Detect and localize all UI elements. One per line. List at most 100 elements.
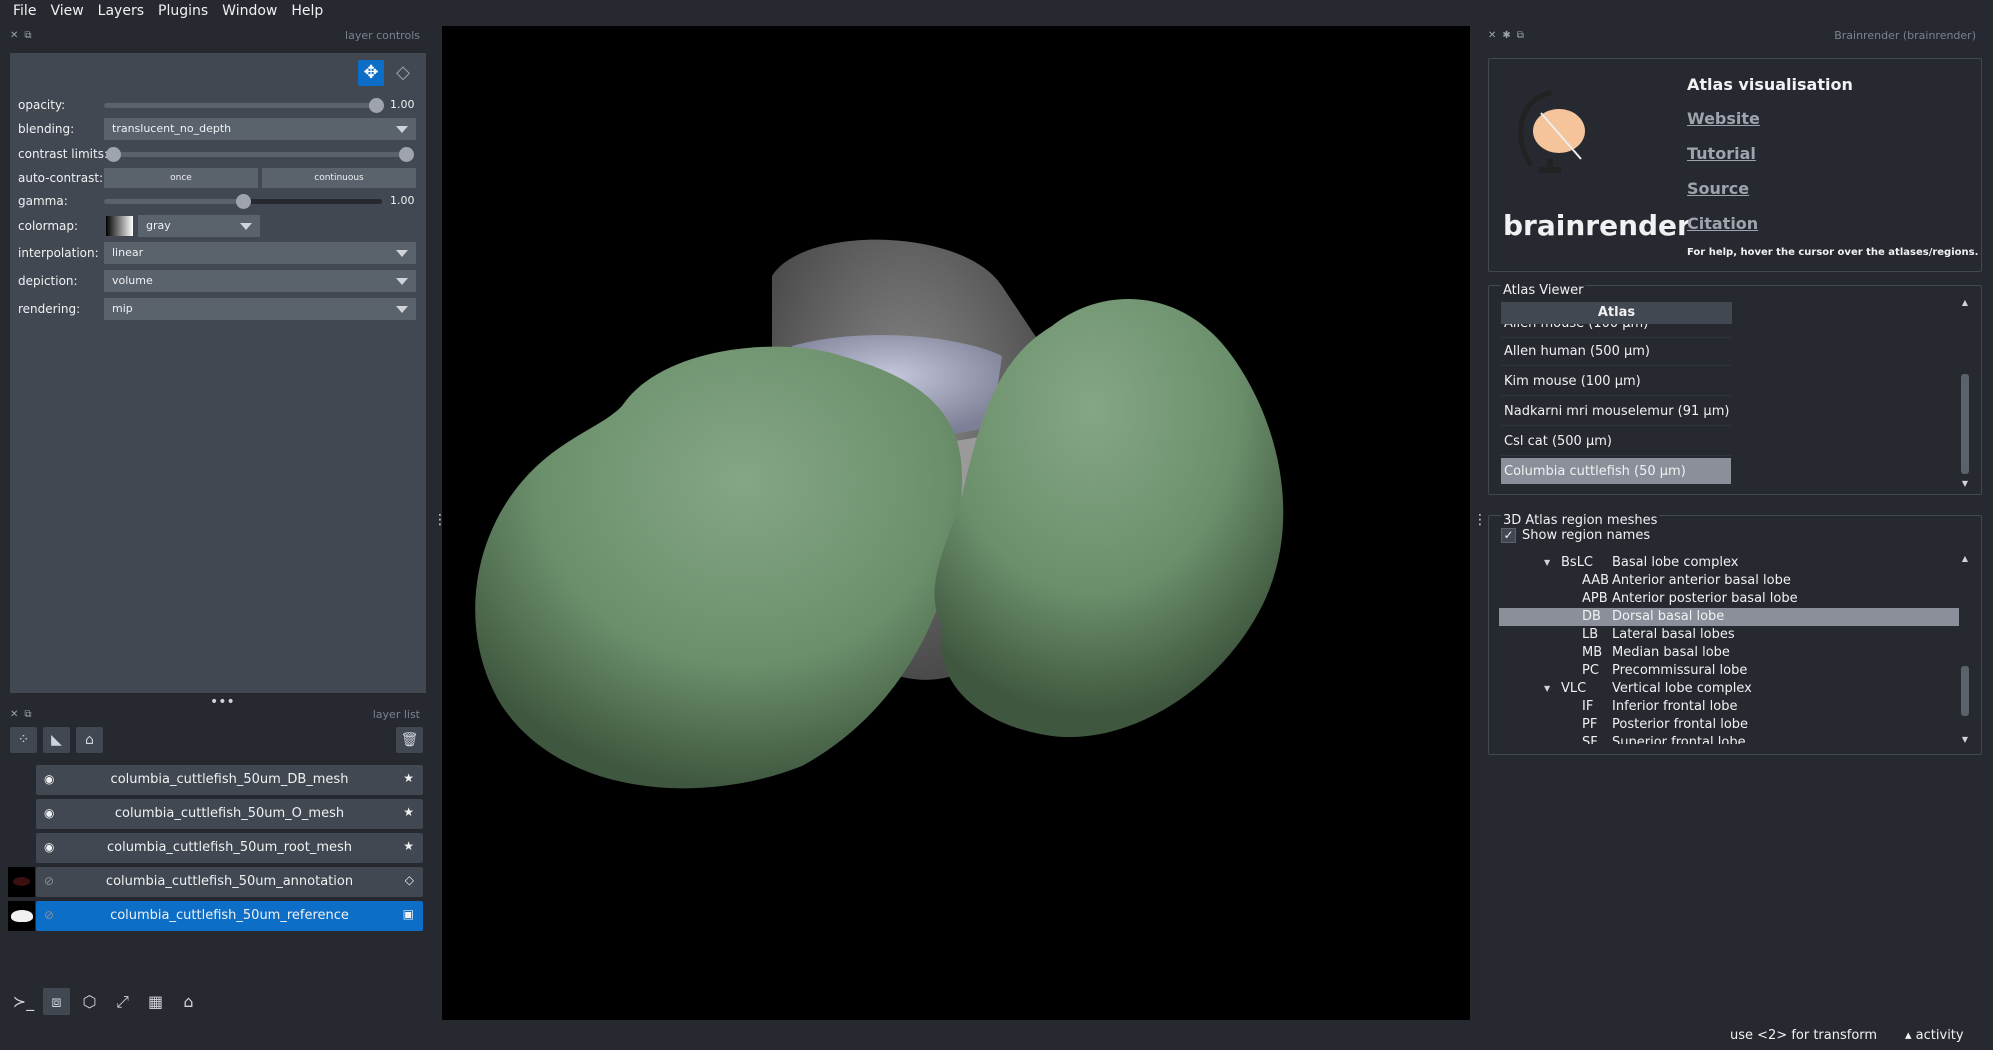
rendering-select[interactable]: mip <box>104 298 416 320</box>
expand-caret-icon[interactable]: ▼ <box>1544 554 1550 572</box>
interpolation-select[interactable]: linear <box>104 242 416 264</box>
tree-row[interactable]: APB Anterior posterior basal lobe <box>1499 590 1961 608</box>
rendering-value: mip <box>112 302 133 315</box>
gamma-slider-handle[interactable] <box>236 194 251 209</box>
show-region-names-checkbox[interactable]: ✓ Show region names <box>1501 528 1650 543</box>
checkmark-icon: ✓ <box>1501 528 1516 543</box>
new-labels-layer-button[interactable]: ⌂ <box>76 727 103 753</box>
source-link[interactable]: Source <box>1687 179 1749 198</box>
star-icon: ★ <box>403 839 414 853</box>
dock-close-icon[interactable]: ✕ <box>10 30 18 41</box>
trash-icon: 🗑 <box>400 732 419 748</box>
atlas-row[interactable]: Allen human (500 μm) <box>1501 338 1731 366</box>
blending-row: blending: translucent_no_depth <box>10 118 426 140</box>
eye-icon[interactable]: ◉ <box>44 840 54 854</box>
scrollbar-thumb[interactable] <box>1961 666 1969 716</box>
transpose-button[interactable]: ⤢ <box>109 988 136 1015</box>
eye-hidden-icon[interactable]: ⊘ <box>44 908 54 922</box>
atlas-row-selected[interactable]: Columbia cuttlefish (50 μm) <box>1501 458 1731 484</box>
atlas-row[interactable]: Csl cat (500 μm) <box>1501 428 1731 456</box>
scroll-down-icon[interactable]: ▼ <box>1959 479 1971 488</box>
eye-icon[interactable]: ◉ <box>44 772 54 786</box>
activity-button[interactable]: ▴ activity <box>1905 1028 1964 1043</box>
tree-row[interactable]: ▼ VLC Vertical lobe complex <box>1499 680 1961 698</box>
transform-icon: ◇ <box>396 62 410 83</box>
atlas-row[interactable]: Nadkarni mri mouselemur (91 μm) <box>1501 398 1731 426</box>
dock-float-icon[interactable]: ⧉ <box>1517 30 1524 41</box>
tree-row[interactable]: AAB Anterior anterior basal lobe <box>1499 572 1961 590</box>
menu-plugins[interactable]: Plugins <box>151 0 215 23</box>
right-dock-titlebar: ✕ ✱ ⧉ Brainrender (brainrender) <box>1488 26 1982 44</box>
eye-hidden-icon[interactable]: ⊘ <box>44 874 54 888</box>
caret-up-icon: ▴ <box>1905 1028 1916 1043</box>
colormap-select[interactable]: gray <box>138 215 260 237</box>
blending-select[interactable]: translucent_no_depth <box>104 118 416 140</box>
transform-mode-button[interactable]: ◇ <box>390 60 416 86</box>
home-button[interactable]: ⌂ <box>175 988 202 1015</box>
contrast-limits-slider[interactable] <box>106 147 414 162</box>
contrast-high-handle[interactable] <box>399 147 414 162</box>
menu-file[interactable]: File <box>6 0 43 23</box>
atlas-column-header[interactable]: Atlas <box>1501 302 1732 324</box>
tree-row[interactable]: PC Precommissural lobe <box>1499 662 1961 680</box>
dock-close-icon[interactable]: ✕ <box>1488 30 1496 41</box>
eye-icon[interactable]: ◉ <box>44 806 54 820</box>
status-hint: use <2> for transform <box>1730 1028 1878 1043</box>
scroll-down-icon[interactable]: ▼ <box>1959 735 1971 744</box>
dock-pin-icon[interactable]: ✱ <box>1502 30 1510 41</box>
menu-window[interactable]: Window <box>215 0 284 23</box>
menu-view[interactable]: View <box>43 0 90 23</box>
tree-row[interactable]: PF Posterior frontal lobe <box>1499 716 1961 734</box>
scroll-up-icon[interactable]: ▲ <box>1959 554 1971 563</box>
contrast-low-handle[interactable] <box>106 147 121 162</box>
atlas-row[interactable]: Kim mouse (100 μm) <box>1501 368 1731 396</box>
menu-layers[interactable]: Layers <box>91 0 151 23</box>
star-icon: ★ <box>403 805 414 819</box>
tree-row[interactable]: ▼ BsLC Basal lobe complex <box>1499 554 1961 572</box>
delete-layer-button[interactable]: 🗑 <box>396 727 423 753</box>
auto-contrast-continuous-button[interactable]: continuous <box>262 168 416 188</box>
layer-row[interactable]: ◉ columbia_cuttlefish_50um_O_mesh ★ <box>36 799 423 829</box>
ndisplay-button[interactable]: ⧈ <box>43 988 70 1015</box>
dock-float-icon[interactable]: ⧉ <box>24 30 31 41</box>
tree-row[interactable]: MB Median basal lobe <box>1499 644 1961 662</box>
dock-close-icon[interactable]: ✕ <box>10 709 18 720</box>
scroll-up-icon[interactable]: ▲ <box>1959 298 1971 307</box>
roll-dims-button[interactable]: ⬡ <box>76 988 103 1015</box>
citation-link[interactable]: Citation <box>1687 214 1758 233</box>
layer-row[interactable]: ◉ columbia_cuttlefish_50um_root_mesh ★ <box>36 833 423 863</box>
region-acronym: AAB <box>1582 573 1610 588</box>
layer-row[interactable]: ◉ columbia_cuttlefish_50um_DB_mesh ★ <box>36 765 423 795</box>
new-shapes-layer-button[interactable]: ◣ <box>43 727 70 753</box>
depiction-select[interactable]: volume <box>104 270 416 292</box>
viewer-canvas[interactable] <box>442 26 1470 1020</box>
tree-row[interactable]: SF Superior frontal lobe <box>1499 734 1961 744</box>
gamma-slider[interactable] <box>104 194 382 209</box>
brainrender-header-panel: brainrender Atlas visualisation Website … <box>1488 58 1982 272</box>
gamma-value: 1.00 <box>390 194 415 207</box>
layer-row[interactable]: ⊘ columbia_cuttlefish_50um_annotation ◇ <box>36 867 423 897</box>
expand-caret-icon[interactable]: ▼ <box>1544 680 1550 698</box>
grid-view-button[interactable]: ▦ <box>142 988 169 1015</box>
new-points-layer-button[interactable]: ⁘ <box>10 727 37 753</box>
pan-zoom-mode-button[interactable]: ✥ <box>358 60 384 86</box>
console-button[interactable]: ≻_ <box>10 988 37 1015</box>
tutorial-link[interactable]: Tutorial <box>1687 144 1756 163</box>
dock-float-icon[interactable]: ⧉ <box>24 709 31 720</box>
menu-help[interactable]: Help <box>284 0 330 23</box>
scrollbar-thumb[interactable] <box>1961 374 1969 474</box>
vertical-splitter-handle[interactable]: ⋮ <box>1473 512 1487 528</box>
region-name: Inferior frontal lobe <box>1612 699 1738 714</box>
atlas-scrollbar[interactable]: ▲ ▼ <box>1959 298 1971 488</box>
image-icon: ▣ <box>402 907 414 921</box>
tree-scrollbar[interactable]: ▲ ▼ <box>1959 554 1971 744</box>
opacity-slider[interactable] <box>104 98 384 113</box>
tree-row-selected[interactable]: DB Dorsal basal lobe <box>1499 608 1961 626</box>
tree-row[interactable]: LB Lateral basal lobes <box>1499 626 1961 644</box>
auto-contrast-once-button[interactable]: once <box>104 168 258 188</box>
tree-row[interactable]: IF Inferior frontal lobe <box>1499 698 1961 716</box>
depiction-value: volume <box>112 274 153 287</box>
website-link[interactable]: Website <box>1687 109 1760 128</box>
layer-row-selected[interactable]: ⊘ columbia_cuttlefish_50um_reference ▣ <box>36 901 423 931</box>
opacity-slider-handle[interactable] <box>369 98 384 113</box>
